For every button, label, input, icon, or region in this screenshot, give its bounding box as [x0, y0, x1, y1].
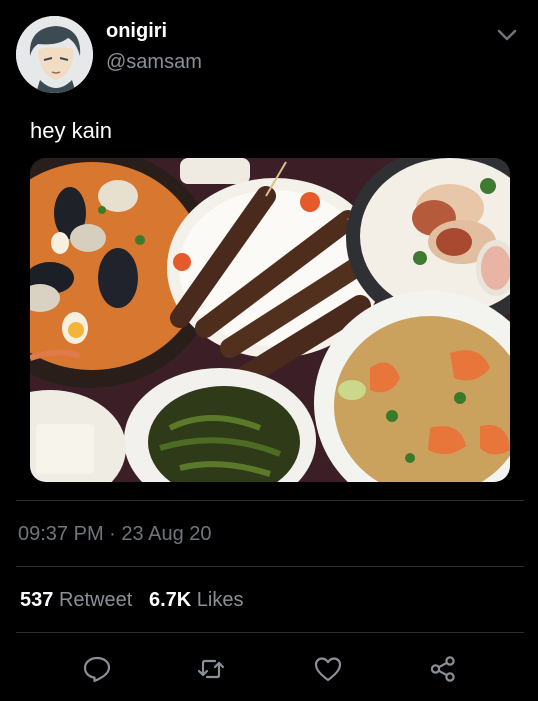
divider — [16, 500, 524, 501]
reply-button[interactable] — [80, 652, 114, 686]
retweet-icon — [197, 659, 225, 679]
share-icon — [430, 656, 455, 682]
avatar[interactable] — [16, 16, 93, 93]
divider — [16, 566, 524, 567]
tweet-photo[interactable] — [30, 158, 510, 482]
reply-icon — [83, 656, 111, 683]
heart-icon — [314, 657, 342, 682]
tweet-time: 09:37 PM — [18, 523, 104, 545]
like-button[interactable] — [311, 652, 345, 686]
retweet-label: Retweet — [58, 589, 133, 611]
share-button[interactable] — [426, 652, 460, 686]
retweet-stat[interactable]: 537 Retweet — [20, 589, 132, 611]
retweet-count: 537 — [20, 589, 54, 611]
user-handle[interactable]: @samsam — [106, 51, 202, 74]
tweet-stats: 537 Retweet 6.7K Likes — [20, 589, 244, 612]
retweet-button[interactable] — [194, 652, 228, 686]
likes-count: 6.7K — [148, 589, 192, 611]
likes-stat[interactable]: 6.7K Likes — [149, 589, 244, 611]
likes-label: Likes — [196, 589, 244, 611]
food-photo-illustration — [30, 158, 510, 482]
display-name[interactable]: onigiri — [106, 20, 167, 43]
tweet-timestamp[interactable]: 09:37 PM · 23 Aug 20 — [18, 523, 212, 546]
chevron-down-icon[interactable] — [494, 22, 520, 48]
avatar-image — [16, 16, 93, 93]
tweet-text: hey kain — [30, 118, 112, 143]
timestamp-separator: · — [109, 523, 116, 545]
divider — [16, 632, 524, 633]
tweet-date: 23 Aug 20 — [121, 523, 212, 545]
